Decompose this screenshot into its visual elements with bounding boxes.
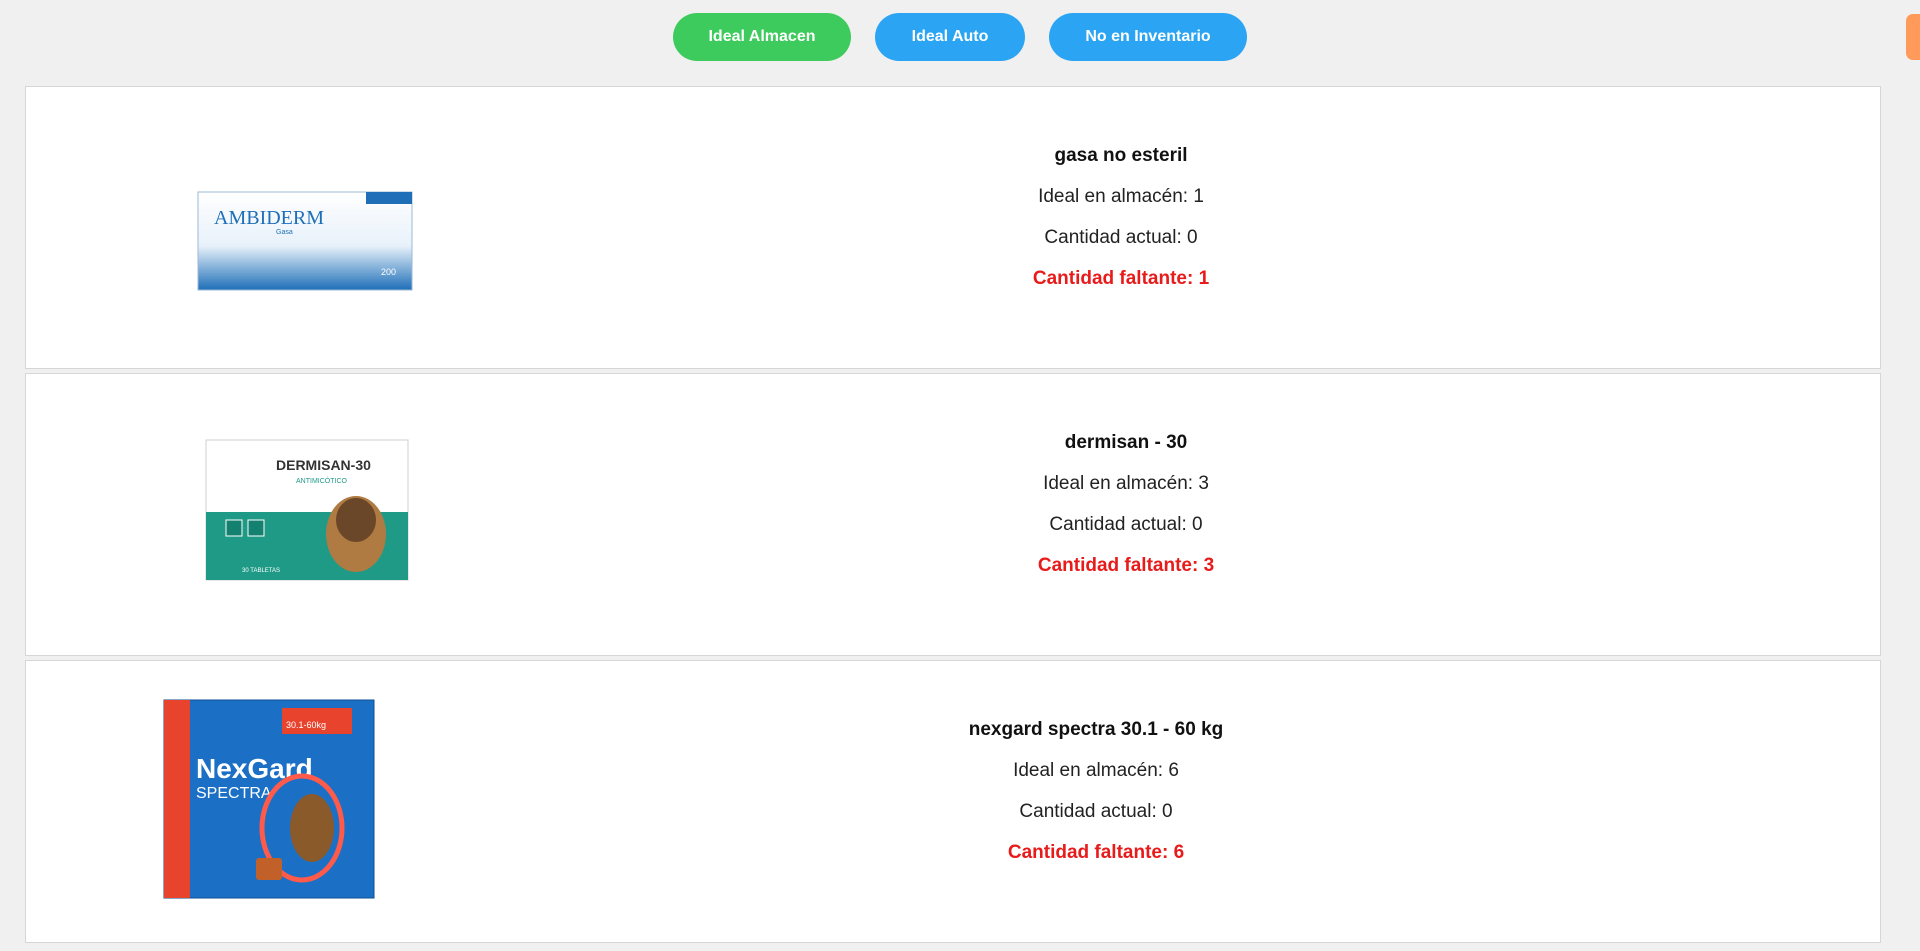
product-name: gasa no esteril xyxy=(1054,145,1188,166)
svg-text:30 TABLETAS: 30 TABLETAS xyxy=(242,568,280,574)
product-image-dermisan: DERMISAN-30 ANTIMICÓTICO 30 TABLETAS xyxy=(205,439,409,581)
product-card: NexGard SPECTRA 30.1-60kg nexgard spectr… xyxy=(25,660,1881,943)
product-info: gasa no esteril Ideal en almacén: 1 Cant… xyxy=(921,87,1321,299)
scrollbar-thumb[interactable] xyxy=(1906,14,1920,60)
svg-text:30.1-60kg: 30.1-60kg xyxy=(286,720,326,730)
missing-quantity: Cantidad faltante: 1 xyxy=(1032,268,1210,289)
svg-text:Gasa: Gasa xyxy=(276,229,293,236)
svg-text:SPECTRA: SPECTRA xyxy=(196,785,272,802)
current-quantity: Cantidad actual: 0 xyxy=(1049,514,1203,535)
svg-text:NexGard: NexGard xyxy=(196,753,313,784)
ideal-almacen-button[interactable]: Ideal Almacen xyxy=(673,13,851,61)
product-card: DERMISAN-30 ANTIMICÓTICO 30 TABLETAS der… xyxy=(25,373,1881,656)
ideal-quantity: Ideal en almacén: 6 xyxy=(1013,760,1179,781)
product-list: AMBIDERM Gasa 200 gasa no esteril Ideal … xyxy=(25,86,1881,947)
ideal-auto-button[interactable]: Ideal Auto xyxy=(875,13,1025,61)
svg-text:ANTIMICÓTICO: ANTIMICÓTICO xyxy=(296,476,347,485)
product-image-ambiderm: AMBIDERM Gasa 200 xyxy=(197,191,413,291)
ideal-quantity: Ideal en almacén: 1 xyxy=(1038,186,1204,207)
svg-text:AMBIDERM: AMBIDERM xyxy=(214,207,324,229)
svg-text:DERMISAN-30: DERMISAN-30 xyxy=(276,457,371,473)
no-en-inventario-button[interactable]: No en Inventario xyxy=(1049,13,1247,61)
filter-toolbar: Ideal Almacen Ideal Auto No en Inventari… xyxy=(0,13,1920,61)
product-name: nexgard spectra 30.1 - 60 kg xyxy=(968,719,1224,740)
product-info: dermisan - 30 Ideal en almacén: 3 Cantid… xyxy=(926,374,1326,586)
ideal-quantity: Ideal en almacén: 3 xyxy=(1043,473,1209,494)
missing-quantity: Cantidad faltante: 3 xyxy=(1037,555,1215,576)
missing-quantity: Cantidad faltante: 6 xyxy=(1007,842,1185,863)
product-image-nexgard: NexGard SPECTRA 30.1-60kg xyxy=(163,699,375,899)
svg-text:200: 200 xyxy=(381,267,396,277)
product-name: dermisan - 30 xyxy=(1064,432,1188,453)
product-info: nexgard spectra 30.1 - 60 kg Ideal en al… xyxy=(896,661,1296,873)
product-card: AMBIDERM Gasa 200 gasa no esteril Ideal … xyxy=(25,86,1881,369)
current-quantity: Cantidad actual: 0 xyxy=(1044,227,1198,248)
current-quantity: Cantidad actual: 0 xyxy=(1019,801,1173,822)
